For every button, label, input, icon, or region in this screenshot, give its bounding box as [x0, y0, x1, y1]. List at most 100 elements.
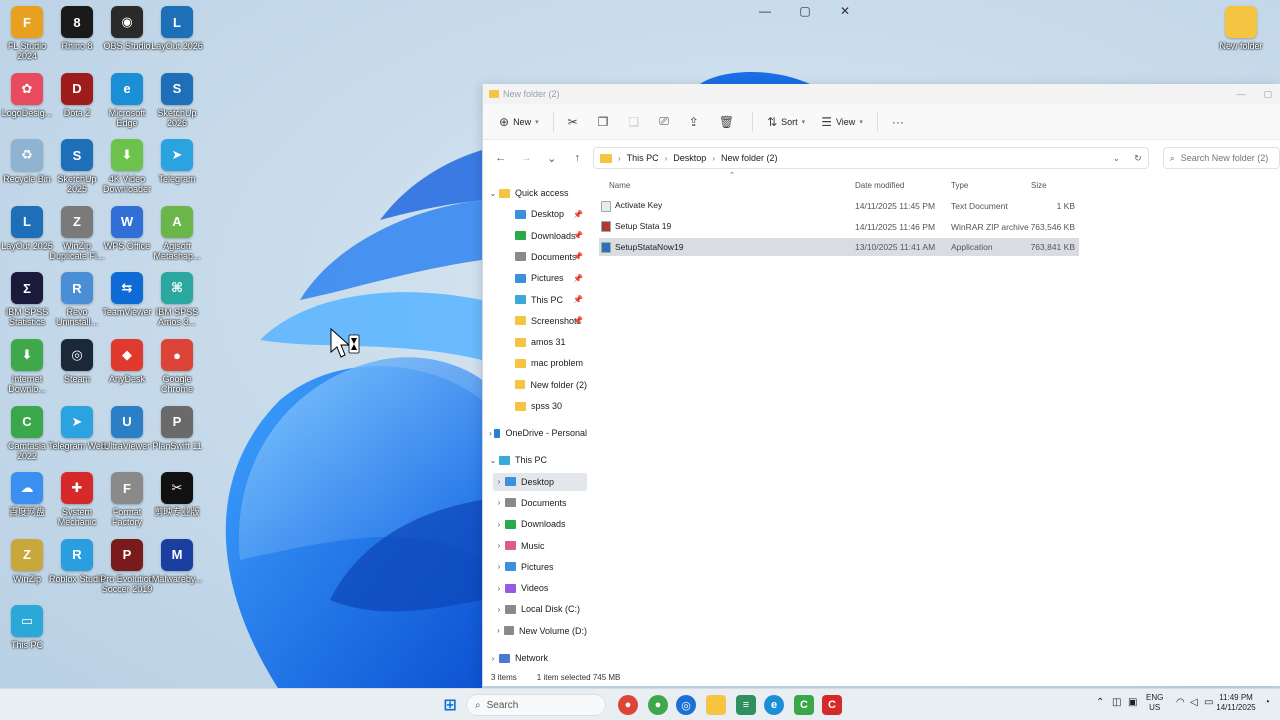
tray-chevron-icon[interactable]: ⌃: [1096, 698, 1104, 708]
chrome-taskbar-icon[interactable]: ●: [618, 695, 638, 715]
desktop-icon[interactable]: L LayOut 2026: [150, 6, 204, 72]
expand-chevron-icon[interactable]: ›: [493, 562, 505, 571]
column-name[interactable]: Name: [609, 176, 630, 194]
nav-quick-item[interactable]: New folder (2): [503, 376, 587, 394]
desktop-icon[interactable]: ⬇ 4K Video Downloader: [100, 139, 154, 205]
start-button[interactable]: ⊞: [440, 695, 460, 715]
desktop-icon[interactable]: C Camtasia 2022: [0, 405, 54, 472]
column-type[interactable]: Type: [951, 176, 968, 194]
file-row[interactable]: SetupStataNow19 13/10/2025 11:41 AM Applic…: [599, 238, 1079, 257]
nav-pc-item[interactable]: › Downloads: [493, 515, 587, 533]
nav-onedrive[interactable]: › OneDrive - Personal: [487, 424, 587, 442]
nav-quick-item[interactable]: Desktop 📌: [503, 205, 587, 223]
back-button[interactable]: ←: [491, 152, 510, 164]
desktop-icon[interactable]: A Agisoft Metashap...: [150, 205, 204, 272]
desktop-icon[interactable]: ➤ Telegram Web: [48, 405, 106, 472]
desktop-icon[interactable]: ♻ Recycle Bin: [0, 139, 54, 205]
edge-taskbar-icon[interactable]: e: [764, 695, 784, 715]
search-input[interactable]: [1180, 153, 1271, 163]
desktop-icon[interactable]: R Revo Uninstall...: [50, 272, 104, 338]
close-button[interactable]: ✕: [835, 4, 855, 18]
new-button[interactable]: ⊕ New ▾: [493, 109, 545, 135]
nav-quick-item[interactable]: mac problem: [503, 354, 587, 372]
app-red-taskbar-icon[interactable]: C: [822, 695, 842, 715]
paste-button[interactable]: ❏: [622, 109, 649, 135]
desktop-icon[interactable]: ◆ AnyDesk: [100, 339, 154, 405]
expand-chevron-icon[interactable]: ›: [493, 520, 505, 529]
desktop-icon[interactable]: ✿ LogoDesig...: [0, 72, 54, 139]
desktop-icon[interactable]: e Microsoft Edge: [100, 72, 154, 139]
minimize-button[interactable]: —: [755, 4, 775, 18]
search-box[interactable]: ⌕: [1162, 147, 1280, 169]
maximize-icon[interactable]: ▢: [1263, 89, 1272, 100]
desktop-icon[interactable]: Σ IBM SPSS Statistics: [0, 272, 54, 338]
forward-button[interactable]: →: [516, 152, 535, 164]
expand-chevron-icon[interactable]: ⌄: [487, 456, 499, 465]
breadcrumb-this-pc[interactable]: This PC: [627, 153, 659, 163]
sort-button[interactable]: ⇅ Sort ▾: [761, 109, 811, 135]
recent-locations-button[interactable]: ⌄: [542, 152, 561, 165]
refresh-icon[interactable]: ↻: [1134, 153, 1142, 164]
expand-chevron-icon[interactable]: ›: [493, 605, 505, 614]
column-size[interactable]: Size: [1031, 176, 1047, 194]
copy-button[interactable]: ❐: [592, 109, 619, 135]
breadcrumb-desktop[interactable]: Desktop: [673, 153, 706, 163]
desktop-icon[interactable]: P Pro Evolution Soccer 2019: [100, 538, 154, 605]
desktop-icon[interactable]: ● Google Chrome: [150, 339, 204, 405]
nav-quick-access[interactable]: ⌄ Quick access: [487, 184, 587, 202]
chrome-profile-taskbar-icon[interactable]: ●: [648, 695, 668, 715]
desktop-icon[interactable]: F FL Studio 2024: [0, 6, 54, 72]
view-button[interactable]: ☰ View ▾: [815, 109, 869, 135]
desktop-icon[interactable]: U UltraViewer: [100, 405, 154, 472]
nav-pc-item[interactable]: › Pictures: [493, 558, 587, 576]
nav-quick-item[interactable]: Screenshots 📌: [503, 312, 587, 330]
more-options-button[interactable]: ···: [886, 109, 914, 135]
desktop-icon[interactable]: ◎ Steam: [50, 339, 104, 405]
desktop-icon[interactable]: ◉ OBS Studio: [100, 6, 154, 72]
desktop-icon[interactable]: R Roblox Studio: [49, 538, 105, 605]
share-button[interactable]: ⇪: [683, 109, 709, 135]
nav-quick-item[interactable]: Downloads 📌: [503, 227, 587, 245]
desktop-icon[interactable]: P PlanSwift 11: [150, 405, 204, 472]
desktop-icon[interactable]: ⇆ TeamViewer: [100, 272, 154, 338]
column-date[interactable]: Date modified: [855, 176, 904, 194]
file-row[interactable]: Setup Stata 19 14/11/2025 11:46 PM WinRAR …: [599, 218, 1079, 236]
desktop-icon[interactable]: L LayOut 2025: [0, 205, 54, 272]
desktop-icon[interactable]: ✚ System Mechanic: [50, 472, 104, 538]
clock[interactable]: 11:49 PM 14/11/2025: [1212, 693, 1260, 713]
nav-pc-item[interactable]: › Videos: [493, 579, 587, 597]
up-button[interactable]: ↑: [567, 152, 586, 164]
nav-quick-item[interactable]: Pictures 📌: [503, 269, 587, 287]
desktop-icon[interactable]: 8 Rhino 8: [50, 6, 104, 72]
nav-quick-item[interactable]: This PC 📌: [503, 291, 587, 309]
desktop-icon[interactable]: Z WinZip: [0, 538, 54, 605]
expand-chevron-icon[interactable]: ›: [493, 584, 505, 593]
desktop-icon[interactable]: ✂ 剪映专业版: [150, 472, 204, 538]
desktop-icon[interactable]: S SketchUp 2026: [150, 72, 204, 139]
expand-chevron-icon[interactable]: ⌄: [487, 189, 499, 198]
notepad-taskbar-icon[interactable]: ≡: [736, 695, 756, 715]
nav-pc-item[interactable]: › Music: [493, 537, 587, 555]
nav-quick-item[interactable]: spss 30: [503, 397, 587, 415]
cut-button[interactable]: ✂: [562, 109, 588, 135]
desktop-icon[interactable]: Z WinZip Duplicate Fi...: [49, 205, 105, 272]
notification-bell-icon[interactable]: ◔: [1264, 698, 1270, 708]
desktop-icon[interactable]: S SketchUp 2025: [50, 139, 104, 205]
desktop-icon[interactable]: ▭ This PC: [0, 605, 54, 671]
address-bar[interactable]: › This PC › Desktop › New folder (2) ⌄ ↻: [592, 147, 1149, 169]
app-taskbar-icon[interactable]: ◎: [676, 695, 696, 715]
nav-network[interactable]: › Network: [487, 649, 587, 667]
volume-icon[interactable]: ◁: [1190, 698, 1198, 708]
desktop-icon[interactable]: F Format Factory: [100, 472, 154, 538]
desktop-icon[interactable]: New folder: [1214, 6, 1268, 72]
desktop-icon[interactable]: ☁ 百度网盘: [0, 472, 54, 538]
file-explorer-taskbar-icon[interactable]: [706, 695, 726, 715]
expand-chevron-icon[interactable]: ›: [493, 477, 505, 486]
nav-pc-item[interactable]: › New Volume (D:): [493, 622, 587, 640]
nav-this-pc[interactable]: ⌄ This PC: [487, 451, 587, 469]
desktop-icon[interactable]: D Dota 2: [50, 72, 104, 139]
language-indicator[interactable]: ENG US: [1146, 693, 1163, 713]
address-dropdown-icon[interactable]: ⌄: [1113, 153, 1121, 164]
taskbar-search[interactable]: ⌕ Search: [466, 694, 606, 716]
desktop-icon[interactable]: W WPS Office: [100, 205, 154, 272]
